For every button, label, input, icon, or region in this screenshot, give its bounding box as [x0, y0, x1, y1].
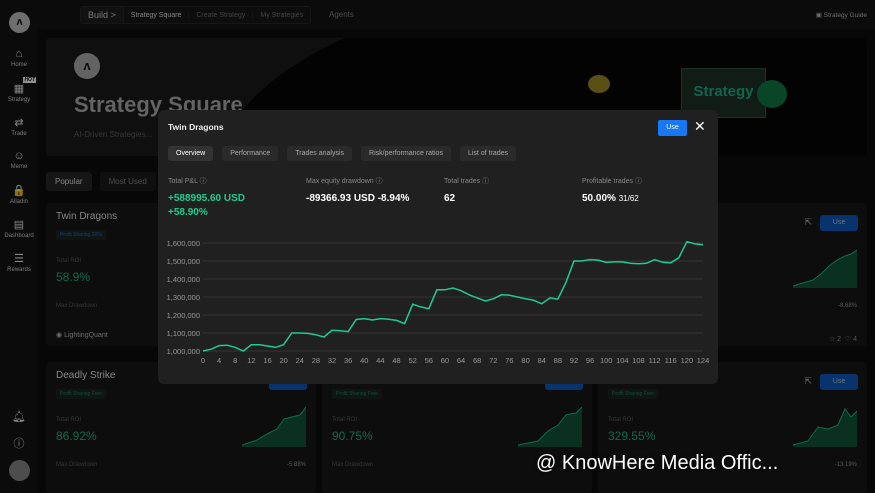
modal-title: Twin Dragons	[168, 122, 224, 132]
stat-value: +588995.60 USD +58.90%	[168, 192, 245, 220]
x-tick-label: 4	[217, 356, 221, 365]
use-button[interactable]: Use	[658, 120, 687, 136]
x-tick-label: 116	[665, 356, 677, 365]
y-tick-label: 1,100,000	[167, 329, 200, 338]
x-tick-label: 108	[632, 356, 645, 365]
stat-label: Profitable trades ⓘ	[582, 178, 642, 185]
profitable-ratio: 31/62	[618, 194, 639, 203]
y-tick-label: 1,200,000	[167, 311, 200, 320]
x-tick-label: 64	[457, 356, 465, 365]
stat-label: Max equity drawdown ⓘ	[306, 178, 383, 185]
tab-list-of-trades[interactable]: List of trades	[459, 146, 517, 161]
x-tick-label: 52	[409, 356, 417, 365]
pnl-percent: +58.90%	[168, 207, 208, 218]
equity-chart: 1,000,000 1,100,000 1,200,000 1,300,000 1,40…	[167, 239, 710, 365]
modal-tabs: Overview Performance Trades analysis Ris…	[168, 146, 517, 161]
x-tick-label: 96	[586, 356, 594, 365]
x-tick-label: 88	[554, 356, 562, 365]
x-tick-label: 104	[616, 356, 629, 365]
stat-value: -89366.93 USD -8.94%	[306, 193, 410, 204]
x-tick-label: 84	[538, 356, 546, 365]
tab-risk-ratios[interactable]: Risk/performance ratios	[361, 146, 451, 161]
x-tick-label: 44	[376, 356, 384, 365]
x-tick-label: 32	[328, 356, 336, 365]
stat-value: 62	[444, 193, 456, 204]
x-tick-label: 112	[649, 356, 661, 365]
x-tick-label: 0	[201, 356, 205, 365]
pnl-usd: +588995.60 USD	[168, 193, 246, 204]
y-tick-label: 1,600,000	[167, 239, 200, 248]
x-tick-label: 16	[263, 356, 271, 365]
y-tick-label: 1,000,000	[167, 347, 200, 356]
stat-label: Total trades ⓘ	[444, 178, 490, 185]
stat-max-drawdown: Max equity drawdown ⓘ -89366.93 USD -8.9…	[306, 176, 409, 206]
x-tick-label: 20	[279, 356, 287, 365]
x-tick-label: 28	[312, 356, 320, 365]
x-tick-label: 48	[392, 356, 400, 365]
x-tick-label: 76	[505, 356, 513, 365]
stat-profitable-trades: Profitable trades ⓘ 50.00% 31/62	[582, 176, 642, 206]
x-tick-label: 100	[600, 356, 613, 365]
stat-value: 50.00% 31/62	[582, 192, 642, 206]
x-tick-label: 8	[233, 356, 237, 365]
x-tick-label: 80	[521, 356, 529, 365]
x-tick-label: 40	[360, 356, 368, 365]
x-tick-label: 124	[697, 356, 710, 365]
stat-label: Total P&L ⓘ	[168, 178, 207, 185]
watermark: @ KnowHere Media Offic...	[536, 452, 779, 474]
tab-performance[interactable]: Performance	[222, 146, 279, 161]
equity-line	[202, 240, 704, 352]
y-tick-label: 1,300,000	[167, 293, 200, 302]
x-tick-label: 92	[570, 356, 578, 365]
profitable-percent: 50.00%	[582, 193, 616, 204]
x-tick-label: 24	[296, 356, 304, 365]
y-tick-label: 1,400,000	[167, 275, 200, 284]
y-tick-label: 1,500,000	[167, 257, 200, 266]
strategy-detail-modal: Twin Dragons Use ✕ Overview Performance …	[158, 110, 718, 384]
tab-trades-analysis[interactable]: Trades analysis	[287, 146, 353, 161]
x-tick-label: 12	[247, 356, 255, 365]
x-tick-label: 60	[441, 356, 449, 365]
stat-total-pnl: Total P&L ⓘ +588995.60 USD +58.90%	[168, 176, 245, 220]
tab-overview[interactable]: Overview	[168, 146, 214, 161]
x-tick-label: 56	[425, 356, 433, 365]
x-tick-label: 68	[473, 356, 481, 365]
close-icon[interactable]: ✕	[694, 118, 706, 135]
x-tick-label: 72	[489, 356, 497, 365]
x-tick-label: 36	[344, 356, 352, 365]
stat-total-trades: Total trades ⓘ 62	[444, 176, 489, 206]
x-tick-label: 120	[681, 356, 694, 365]
